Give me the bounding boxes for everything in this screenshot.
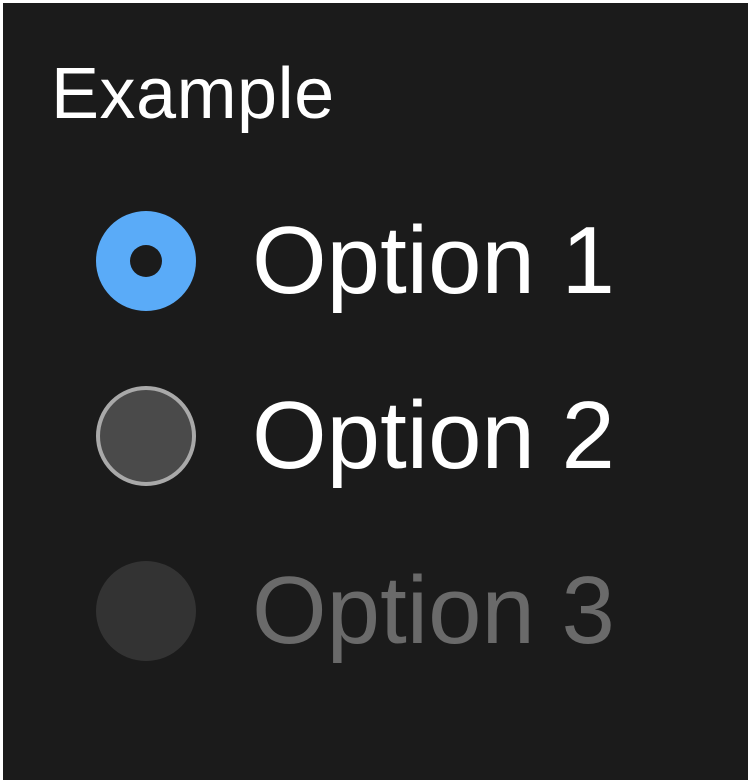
radio-dot	[130, 245, 162, 277]
radio-option-3: Option 3	[96, 561, 615, 661]
group-title: Example	[51, 54, 335, 134]
radio-option-3-label: Option 3	[252, 557, 615, 664]
radio-option-1[interactable]: Option 1	[96, 211, 615, 311]
radio-group-panel: Example Option 1 Option 2 Option 3	[3, 3, 748, 780]
radio-disabled-icon	[96, 561, 196, 661]
radio-option-1-label[interactable]: Option 1	[252, 211, 615, 311]
radio-option-2-label[interactable]: Option 2	[252, 386, 615, 486]
radio-selected-icon[interactable]	[96, 211, 196, 311]
radio-option-2[interactable]: Option 2	[96, 386, 615, 486]
radio-unselected-icon[interactable]	[96, 386, 196, 486]
